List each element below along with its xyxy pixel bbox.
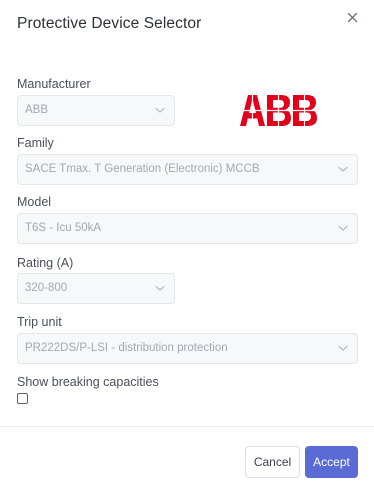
abb-logo: [240, 95, 318, 126]
rating-label: Rating (A): [17, 256, 74, 270]
family-label: Family: [17, 136, 54, 150]
rating-select[interactable]: 320-800: [17, 273, 175, 304]
chevron-down-icon: [338, 166, 348, 173]
trip-unit-value: PR222DS/P-LSI - distribution protection: [25, 342, 228, 354]
model-value: T6S - Icu 50kA: [25, 222, 102, 234]
close-icon[interactable]: [343, 8, 363, 28]
model-label: Model: [17, 195, 52, 209]
manufacturer-select[interactable]: ABB: [17, 95, 175, 126]
chevron-down-icon: [338, 345, 348, 352]
chevron-down-icon: [155, 285, 165, 292]
show-breaking-capacities-label: Show breaking capacities: [17, 375, 159, 389]
trip-unit-label: Trip unit: [17, 315, 62, 329]
accept-button[interactable]: Accept: [305, 446, 358, 478]
family-select[interactable]: SACE Tmax. T Generation (Electronic) MCC…: [17, 154, 358, 185]
family-value: SACE Tmax. T Generation (Electronic) MCC…: [25, 163, 260, 175]
cancel-button[interactable]: Cancel: [245, 446, 300, 478]
protective-device-dialog: Protective Device Selector Manufacturer …: [0, 0, 374, 493]
rating-value: 320-800: [25, 282, 68, 294]
manufacturer-label: Manufacturer: [17, 77, 91, 91]
footer-divider: [0, 426, 374, 427]
trip-unit-select[interactable]: PR222DS/P-LSI - distribution protection: [17, 333, 358, 364]
model-select[interactable]: T6S - Icu 50kA: [17, 213, 358, 244]
manufacturer-value: ABB: [25, 104, 49, 116]
show-breaking-capacities-checkbox[interactable]: [17, 393, 28, 404]
chevron-down-icon: [338, 225, 348, 232]
dialog-title: Protective Device Selector: [17, 15, 202, 32]
chevron-down-icon: [155, 107, 165, 114]
